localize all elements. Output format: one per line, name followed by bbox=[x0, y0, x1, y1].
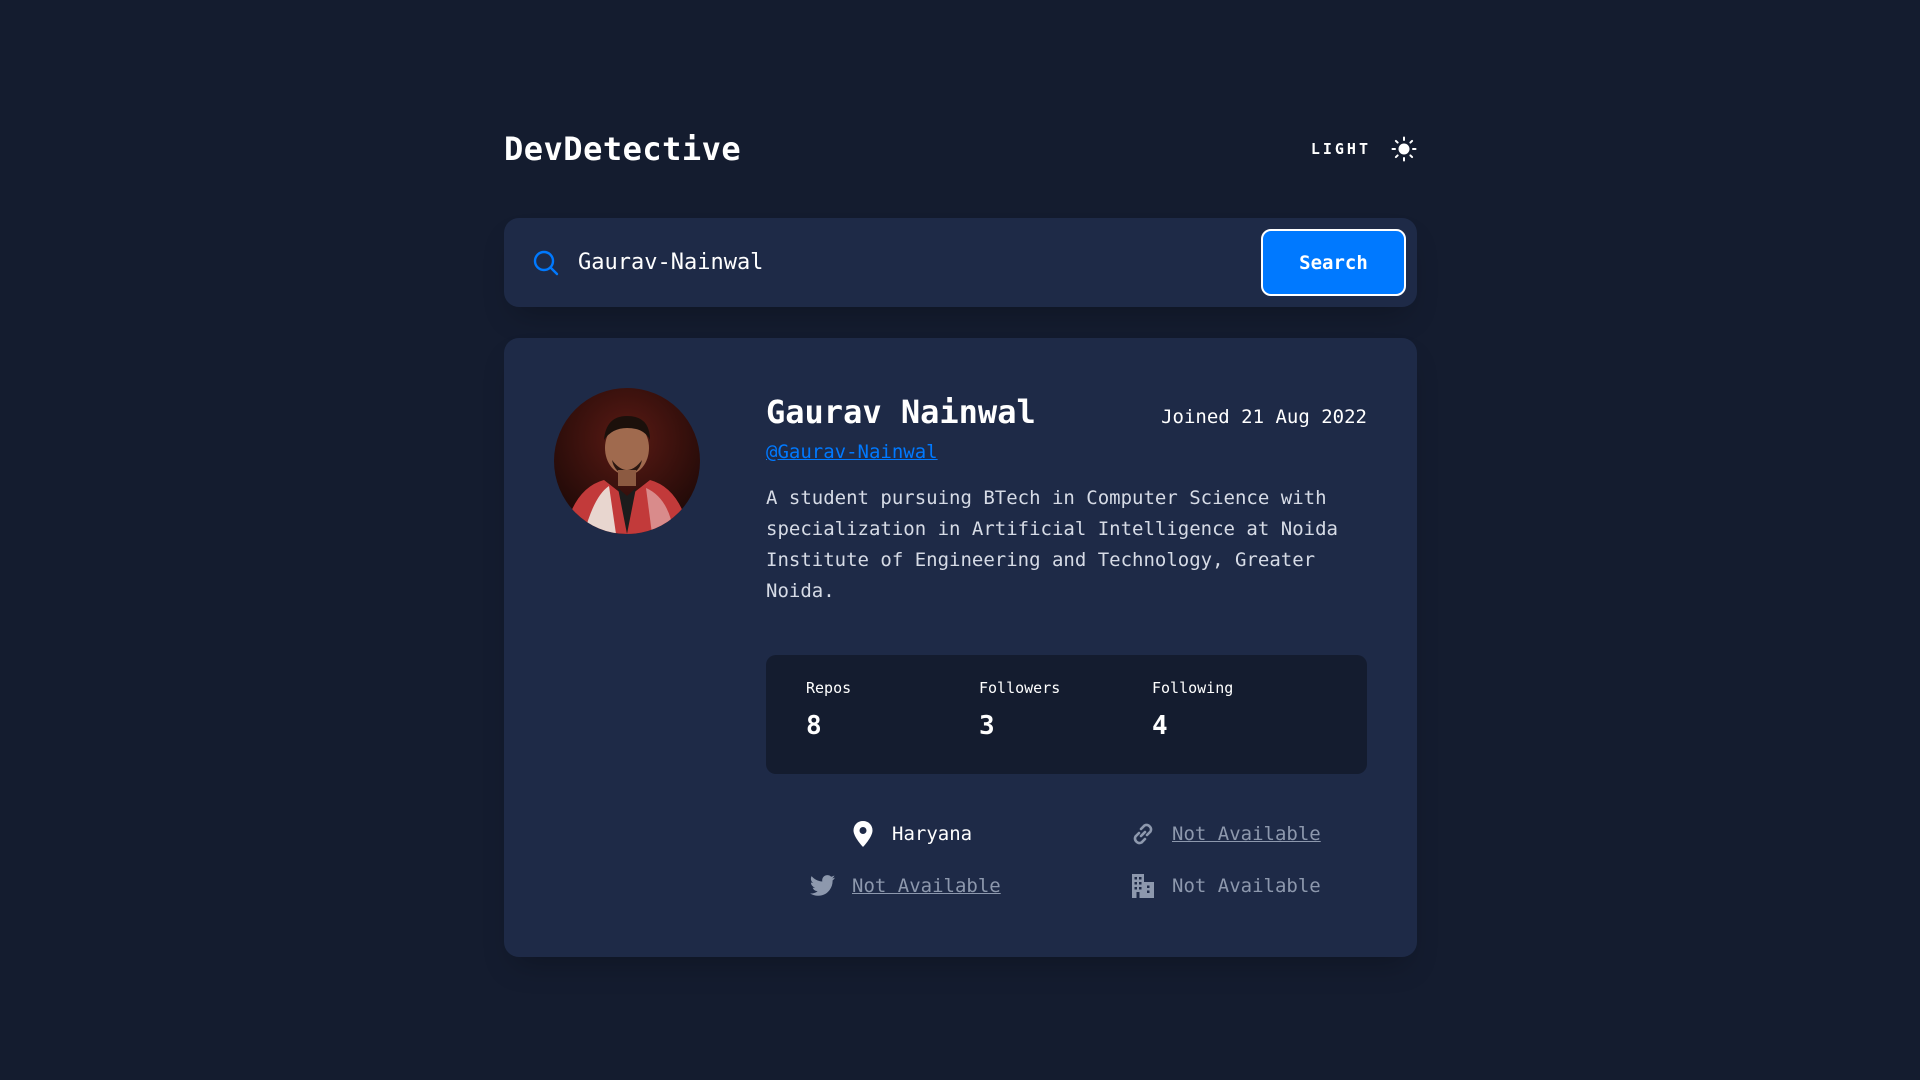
theme-toggle[interactable]: LIGHT bbox=[1311, 136, 1417, 162]
stat-label: Repos bbox=[806, 679, 852, 697]
app-container: DevDetective LIGHT Gaurav-Nainwal Search… bbox=[504, 128, 1417, 957]
location-item: Haryana bbox=[850, 821, 972, 847]
website-item: Not Available bbox=[1130, 821, 1321, 847]
stat-followers: Followers 3 bbox=[979, 679, 1152, 774]
profile-name: Gaurav Nainwal bbox=[766, 393, 1036, 431]
company-text: Not Available bbox=[1172, 875, 1321, 897]
theme-toggle-label[interactable]: LIGHT bbox=[1311, 140, 1371, 158]
profile-card: Gaurav Nainwal Joined 21 Aug 2022 @Gaura… bbox=[504, 338, 1417, 957]
search-icon bbox=[532, 249, 560, 277]
company-item: Not Available bbox=[1130, 873, 1321, 899]
stat-repos: Repos 8 bbox=[806, 679, 979, 774]
joined-date: Joined 21 Aug 2022 bbox=[1161, 406, 1367, 428]
location-text: Haryana bbox=[892, 823, 973, 845]
twitter-item: Not Available bbox=[810, 873, 1001, 899]
stat-value: 3 bbox=[979, 711, 995, 741]
app-title: DevDetective bbox=[504, 130, 742, 168]
profile-details: Gaurav Nainwal Joined 21 Aug 2022 @Gaura… bbox=[766, 393, 1367, 774]
location-pin-icon bbox=[850, 821, 876, 847]
avatar bbox=[554, 388, 700, 534]
link-icon bbox=[1130, 821, 1156, 847]
search-bar: Search bbox=[504, 218, 1417, 307]
website-link[interactable]: Not Available bbox=[1172, 823, 1321, 845]
twitter-icon bbox=[810, 873, 836, 899]
stats-panel: Repos 8 Followers 3 Following 4 bbox=[766, 655, 1367, 774]
stat-label: Following bbox=[1152, 679, 1234, 697]
building-icon bbox=[1130, 873, 1156, 899]
stat-value: 4 bbox=[1152, 711, 1168, 741]
stat-value: 8 bbox=[806, 711, 822, 741]
profile-bio: A student pursuing BTech in Computer Sci… bbox=[766, 487, 1338, 602]
search-input[interactable] bbox=[578, 237, 1261, 288]
profile-username-link[interactable]: @Gaurav-Nainwal bbox=[766, 441, 938, 463]
stat-following: Following 4 bbox=[1152, 679, 1325, 774]
name-row: Gaurav Nainwal Joined 21 Aug 2022 bbox=[766, 393, 1367, 431]
search-button[interactable]: Search bbox=[1261, 229, 1406, 296]
stat-label: Followers bbox=[979, 679, 1061, 697]
app-header: DevDetective LIGHT bbox=[504, 128, 1417, 170]
sun-icon[interactable] bbox=[1391, 136, 1417, 162]
twitter-link[interactable]: Not Available bbox=[852, 875, 1001, 897]
